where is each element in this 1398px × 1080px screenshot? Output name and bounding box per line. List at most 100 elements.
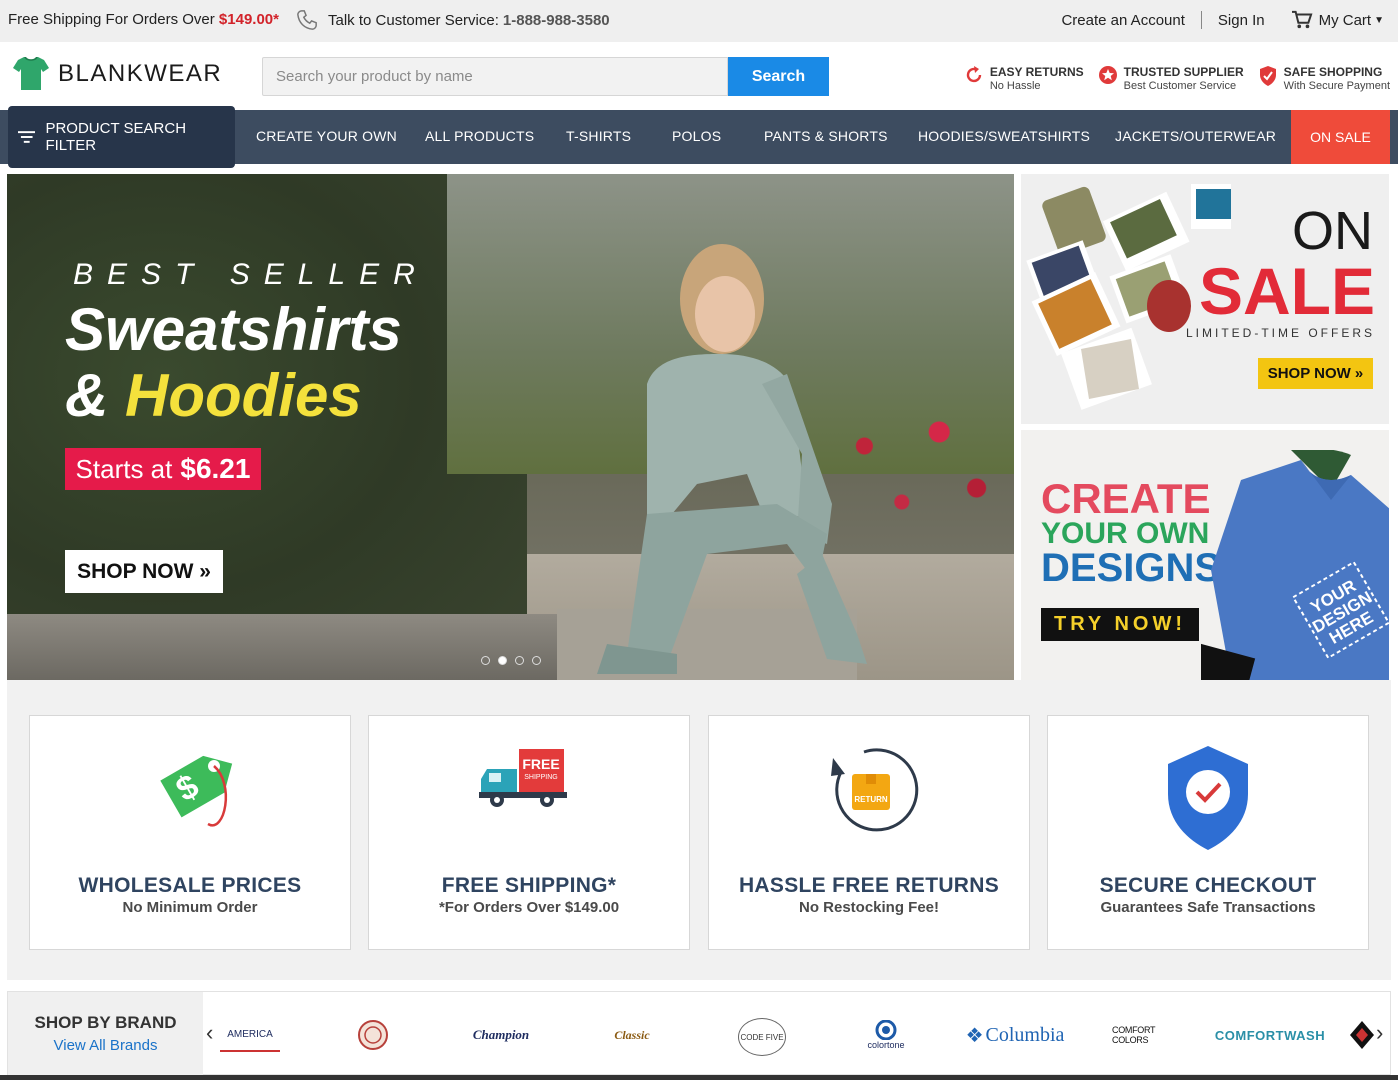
search-bar: Search xyxy=(262,57,829,96)
shop-by-brand-bar: SHOP BY BRAND View All Brands ‹ AMERICA … xyxy=(7,991,1391,1076)
cart-button[interactable]: My Cart ▼ xyxy=(1291,10,1384,30)
badge-subtitle: With Secure Payment xyxy=(1283,80,1390,92)
nav-create-your-own[interactable]: CREATE YOUR OWN xyxy=(256,128,397,144)
try-now-button[interactable]: TRY NOW! xyxy=(1041,608,1199,641)
nav-hoodies-sweatshirts[interactable]: HOODIES/SWEATSHIRTS xyxy=(918,128,1090,144)
hero-kicker: BEST SELLER xyxy=(73,258,429,291)
feature-subtitle: *For Orders Over $149.00 xyxy=(438,899,620,916)
feature-secure-checkout: SECURE CHECKOUT Guarantees Safe Transact… xyxy=(1047,715,1369,950)
brand-logo-comfortwash[interactable]: COMFORTWASH xyxy=(1215,1018,1325,1052)
carousel-dot-active[interactable] xyxy=(498,656,507,665)
delivery-truck-icon: FREE SHIPPING xyxy=(479,749,567,807)
on-sale-banner[interactable]: ON SALE LIMITED-TIME OFFERS SHOP NOW » xyxy=(1021,174,1389,424)
columbia-diamond-icon: ❖ xyxy=(965,1024,984,1047)
search-button[interactable]: Search xyxy=(728,57,829,96)
hero-highlight-word: Hoodies xyxy=(125,362,362,429)
tshirt-logo-icon xyxy=(13,57,49,90)
chevron-left-icon[interactable]: ‹ xyxy=(206,1020,213,1046)
brand-logo-comfort-colors[interactable]: COMFORT COLORS xyxy=(1112,1018,1172,1052)
create-account-link[interactable]: Create an Account xyxy=(1061,12,1184,29)
carousel-dot[interactable] xyxy=(515,656,524,665)
trust-badges: EASY RETURNS No Hassle TRUSTED SUPPLIER Be… xyxy=(964,65,1390,94)
view-all-brands-link[interactable]: View All Brands xyxy=(8,1037,203,1054)
brand-logo-columbia[interactable]: ❖ Columbia xyxy=(962,1018,1068,1052)
brand-logo-america[interactable]: AMERICA xyxy=(220,1018,280,1052)
sign-in-link[interactable]: Sign In xyxy=(1218,12,1265,29)
brand-logo-champion[interactable]: Champion xyxy=(466,1018,536,1052)
feature-title: SECURE CHECKOUT xyxy=(1099,874,1317,897)
shield-check-icon xyxy=(1168,746,1248,850)
chevron-right-icon[interactable]: › xyxy=(1376,1020,1383,1046)
hero-banner[interactable]: BEST SELLER Sweatshirts & Hoodies Starts… xyxy=(7,174,1014,680)
carousel-dot[interactable] xyxy=(481,656,490,665)
brand-logo-code-five[interactable]: CODE FIVE xyxy=(738,1018,786,1056)
brand-logo-seal[interactable] xyxy=(356,1018,390,1052)
nav-polos[interactable]: POLOS xyxy=(672,128,721,144)
logo-text: BLANKWEAR xyxy=(58,60,223,87)
brand-diamond-icon xyxy=(1350,1021,1374,1049)
shipping-text: Free Shipping For Orders Over xyxy=(8,11,215,28)
logo[interactable]: BLANKWEAR xyxy=(12,54,222,94)
product-search-filter-button[interactable]: PRODUCT SEARCH FILTER xyxy=(8,106,235,168)
badge-subtitle: No Hassle xyxy=(989,80,1041,92)
badge-title: TRUSTED SUPPLIER xyxy=(1123,65,1244,79)
filter-icon xyxy=(18,131,36,143)
nav-jackets-outerwear[interactable]: JACKETS/OUTERWEAR xyxy=(1115,128,1276,144)
badge-trusted-supplier: TRUSTED SUPPLIER Best Customer Service xyxy=(1098,65,1244,94)
cart-label: My Cart xyxy=(1318,11,1372,29)
svg-text:SHIPPING: SHIPPING xyxy=(524,774,557,781)
phone-icon xyxy=(297,10,317,30)
badge-subtitle: Best Customer Service xyxy=(1123,80,1237,92)
hero-ledge xyxy=(7,614,627,680)
phone-number[interactable]: 1-888-988-3580 xyxy=(503,12,610,29)
feature-free-shipping: FREE SHIPPING FREE SHIPPING* *For Orders… xyxy=(368,715,690,950)
brand-logo-partial[interactable] xyxy=(1348,1018,1376,1052)
feature-subtitle: No Restocking Fee! xyxy=(798,899,940,916)
nav-pants-shorts[interactable]: PANTS & SHORTS xyxy=(764,128,888,144)
feature-title: WHOLESALE PRICES xyxy=(78,874,302,897)
colortone-text: colortone xyxy=(867,1040,905,1050)
return-arrow-icon xyxy=(966,66,982,83)
svg-text:RETURN: RETURN xyxy=(854,795,888,804)
filter-label: PRODUCT SEARCH FILTER xyxy=(45,120,187,154)
feature-wholesale-prices: $ WHOLESALE PRICES No Minimum Order xyxy=(29,715,351,950)
nav-on-sale[interactable]: ON SALE xyxy=(1291,110,1390,164)
hero-shop-now-button[interactable]: SHOP NOW » xyxy=(65,550,223,593)
brand-logo-colortone[interactable]: colortone xyxy=(866,1018,906,1052)
return-box-icon: RETURN xyxy=(831,748,919,832)
model-photo xyxy=(557,244,867,680)
carousel-dots xyxy=(481,656,541,665)
vneck-shirt-image: YOURDESIGNHERE xyxy=(1201,450,1389,680)
price-callout: Starts at $6.21 xyxy=(65,448,261,490)
nav-t-shirts[interactable]: T-SHIRTS xyxy=(566,128,631,144)
brand-bar-label: SHOP BY BRAND View All Brands xyxy=(8,992,203,1076)
brand-bar-title: SHOP BY BRAND xyxy=(34,1013,177,1032)
sale-banner-sale: SALE xyxy=(1198,254,1375,328)
free-shipping-notice: Free Shipping For Orders Over $149.00* xyxy=(8,11,279,28)
create-banner-line3: DESIGNS xyxy=(1041,546,1222,590)
svg-text:FREE: FREE xyxy=(522,756,559,772)
colortone-swirl-icon xyxy=(875,1020,897,1040)
phone-label: Talk to Customer Service: xyxy=(328,11,499,29)
sale-shop-now-button[interactable]: SHOP NOW » xyxy=(1258,358,1373,389)
feature-subtitle: No Minimum Order xyxy=(122,899,258,916)
top-utility-bar: Free Shipping For Orders Over $149.00* T… xyxy=(0,0,1398,42)
brand-seal-icon xyxy=(358,1020,388,1050)
create-banner-line1: CREATE xyxy=(1041,475,1211,522)
badge-title: SAFE SHOPPING xyxy=(1283,65,1383,79)
create-your-own-banner[interactable]: CREATE YOUR OWN DESIGNS TRY NOW! YOURDES… xyxy=(1021,430,1389,680)
nav-all-products[interactable]: ALL PRODUCTS xyxy=(425,128,534,144)
feature-subtitle: Guarantees Safe Transactions xyxy=(1100,899,1316,916)
carousel-dot[interactable] xyxy=(532,656,541,665)
columbia-text: Columbia xyxy=(985,1023,1065,1046)
page-bottom-edge xyxy=(0,1075,1398,1080)
sale-banner-tagline: LIMITED-TIME OFFERS xyxy=(1186,326,1375,340)
chevron-down-icon: ▼ xyxy=(1374,14,1384,26)
sale-banner-on: ON xyxy=(1292,201,1373,261)
hero-title-line2: & Hoodies xyxy=(65,364,362,428)
site-header: BLANKWEAR Search EASY RETURNSNo Hassle T… xyxy=(0,42,1398,110)
brand-logo-classic[interactable]: Classic xyxy=(608,1018,656,1052)
main-nav: PRODUCT SEARCH FILTER CREATE YOUR OWN AL… xyxy=(0,106,1398,168)
search-input[interactable] xyxy=(262,57,728,96)
customer-service[interactable]: Talk to Customer Service: 1-888-988-3580 xyxy=(296,9,610,31)
